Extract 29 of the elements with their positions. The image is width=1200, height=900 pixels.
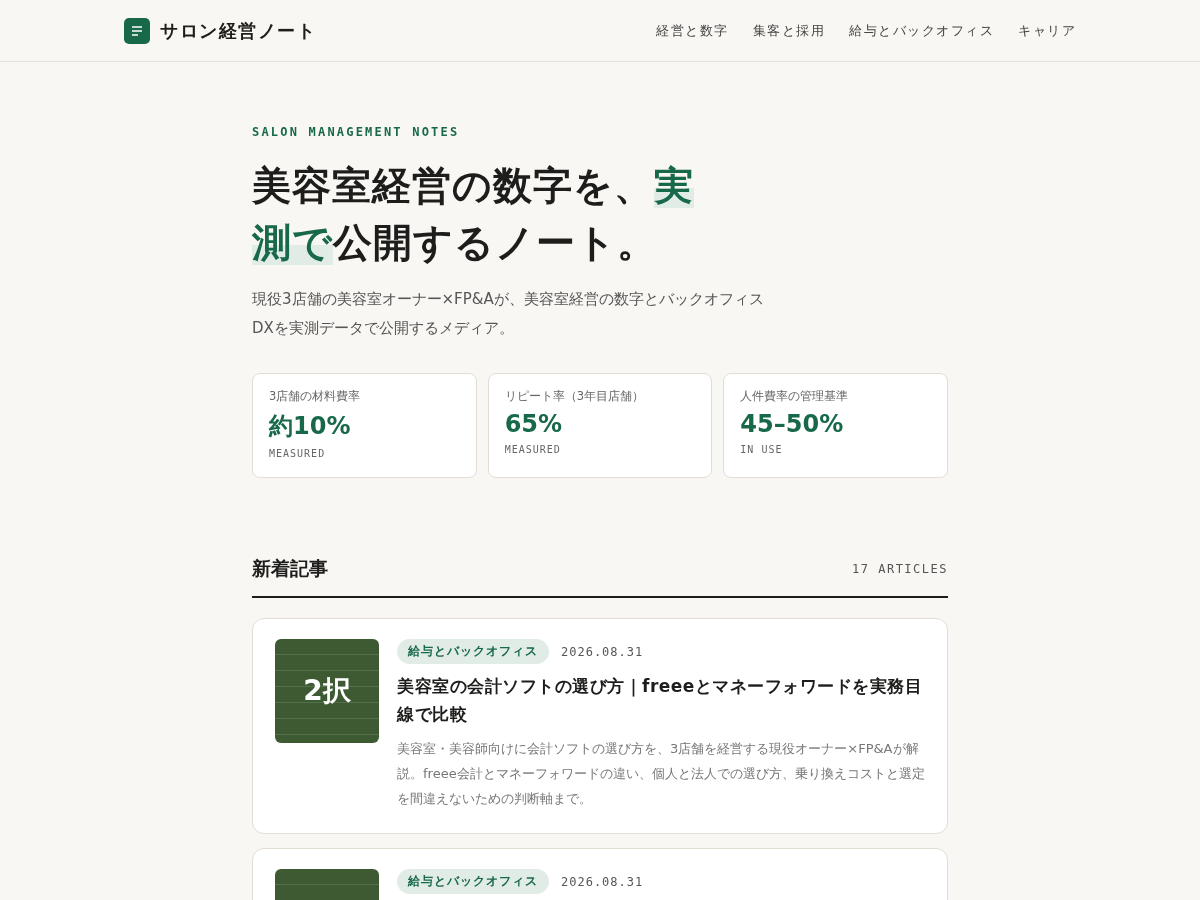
article-summary: 美容室・美容師向けに会計ソフトの選び方を、3店舗を経営する現役オーナー×FP&Aが解説。freee会計とマネーフォワードの違い、個人と法人での選び方、乗り換えコストと選定を間違えないための判断軸まで。: [397, 740, 925, 808]
stat-label: リピート率（3年目店舗）: [504, 389, 645, 404]
hero-headline: 美容室経営の数字を、実測で公開するノート。: [252, 162, 695, 267]
nav-link[interactable]: 給与とバックオフィス: [849, 21, 994, 40]
stat-value: 約10%: [269, 411, 352, 442]
category-tag[interactable]: 給与とバックオフィス: [397, 869, 549, 894]
category-tag[interactable]: 給与とバックオフィス: [397, 639, 549, 664]
stat-value: 45–50%: [740, 410, 845, 438]
nav-link[interactable]: 経営と数字: [656, 21, 729, 40]
article-thumbnail: 2択: [275, 639, 379, 743]
stat-note: IN USE: [740, 444, 784, 455]
nav-link[interactable]: 集客と採用: [752, 21, 825, 40]
eyebrow-text: SALON MANAGEMENT NOTES: [252, 125, 461, 139]
notes-logo-icon: [124, 17, 150, 44]
section-title: 新着記事: [252, 556, 328, 581]
article-card[interactable]: 2択 給与とバックオフィス 2026.08.31 美容室の会計ソフトの選び方｜freeeとマネーフォワードを実務目線で比較 美容室・美容師向けに会計ソフトの選び方を、3店舗を経営する現役オーナー×FP&Aが解説。freee会計とマネーフォワードの違い、個人と法人での選び方、乗り換えコストと選定を間違えないための判断軸まで。: [252, 618, 948, 834]
article-card[interactable]: 給与とバックオフィス 2026.08.31: [252, 848, 948, 900]
nav-link[interactable]: キャリア: [1018, 21, 1076, 40]
article-date: 2026.08.31: [561, 644, 644, 659]
stat-label: 人件費率の管理基準: [740, 389, 850, 404]
article-count: 17 ARTICLES: [852, 562, 948, 576]
article-title[interactable]: 美容室の会計ソフトの選び方｜freeeとマネーフォワードを実務目線で比較: [397, 672, 925, 728]
stat-note: MEASURED: [269, 448, 327, 459]
article-date: 2026.08.31: [561, 874, 644, 889]
stat-value: 65%: [504, 410, 564, 438]
stat-note: MEASURED: [504, 444, 562, 455]
hero-lead: 現役3店舗の美容室オーナー×FP&Aが、美容室経営の数字とバックオフィスDXを実測データで公開するメディア。: [252, 289, 765, 339]
site-logo[interactable]: サロン経営ノート: [160, 18, 316, 43]
stat-label: 3店舗の材料費率: [269, 389, 362, 404]
